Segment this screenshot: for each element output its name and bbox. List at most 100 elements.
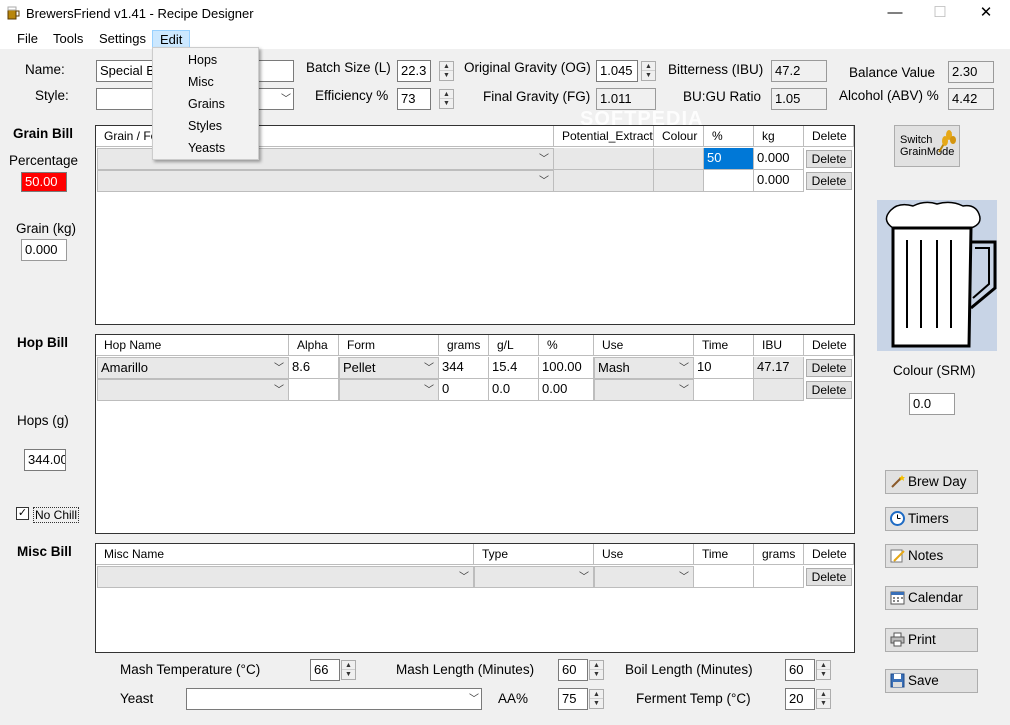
ferment-temp-spinner[interactable]: ▲ ▼ (816, 689, 831, 709)
edit-menu-grains[interactable]: Grains (188, 97, 225, 111)
close-icon[interactable]: ✕ (963, 0, 1009, 27)
mash-temp-input[interactable]: 66 (310, 659, 340, 681)
balance-value: 2.30 (948, 61, 994, 83)
hop-row-1-gl[interactable]: 15.4 (489, 357, 539, 379)
col-g-per-l: g/L (489, 335, 539, 356)
hop-row-1-form[interactable]: Pellet ﹀ (339, 357, 439, 379)
misc-row-1-grams[interactable] (754, 566, 804, 588)
menu-edit[interactable]: Edit (152, 30, 191, 48)
hop-row-2-use[interactable]: ﹀ (594, 379, 694, 401)
grain-row-2-colour[interactable] (654, 170, 704, 192)
chevron-down-icon: ﹀ (579, 572, 589, 583)
efficiency-spinner[interactable]: ▲ ▼ (439, 89, 454, 109)
chevron-down-icon: ﹀ (539, 176, 549, 187)
menu-settings[interactable]: Settings (92, 30, 153, 48)
save-button[interactable]: Save (885, 669, 978, 693)
aa-spinner[interactable]: ▲ ▼ (589, 689, 604, 709)
misc-row-1-type[interactable]: ﹀ (474, 566, 594, 588)
col-type: Type (474, 544, 594, 565)
hops-g-value: 344.00 (24, 449, 66, 471)
maximize-icon[interactable]: ☐ (917, 0, 963, 27)
og-input[interactable]: 1.045 (596, 60, 638, 82)
grain-row-2-name[interactable]: ﹀ (97, 170, 554, 192)
notes-button[interactable]: Notes (885, 544, 978, 568)
hop-row-2-time[interactable] (694, 379, 754, 401)
no-chill-label[interactable]: No Chill (33, 507, 80, 523)
hop-row-2-percent[interactable]: 0.00 (539, 379, 594, 401)
style-label: Style: (35, 88, 69, 103)
mash-temp-spinner[interactable]: ▲ ▼ (341, 660, 356, 680)
fg-value: 1.011 (596, 88, 656, 110)
chevron-down-icon: ﹀ (459, 572, 469, 583)
no-chill-checkbox[interactable]: ✓ (16, 507, 29, 520)
colour-srm-label: Colour (SRM) (893, 363, 976, 378)
hop-row-1-alpha[interactable]: 8.6 (289, 357, 339, 379)
grain-row-1-percent[interactable]: 50 (704, 148, 754, 170)
batch-size-input[interactable]: 22.3 (397, 60, 431, 82)
grain-row-2-delete-button[interactable]: Delete (806, 172, 852, 190)
misc-row-1-use[interactable]: ﹀ (594, 566, 694, 588)
ferment-temp-label: Ferment Temp (°C) (636, 691, 751, 706)
col-hop-percent: % (539, 335, 594, 356)
grain-kg-label: Grain (kg) (16, 221, 77, 236)
hop-row-1-use[interactable]: Mash ﹀ (594, 357, 694, 379)
mash-length-spinner[interactable]: ▲ ▼ (589, 660, 604, 680)
grain-row-2-extract[interactable] (554, 170, 654, 192)
brew-day-button[interactable]: Brew Day (885, 470, 978, 494)
clock-icon (890, 511, 905, 526)
col-misc-time: Time (694, 544, 754, 565)
efficiency-input[interactable]: 73 (397, 88, 431, 110)
edit-menu-yeasts[interactable]: Yeasts (188, 141, 225, 155)
minimize-icon[interactable]: — (872, 0, 918, 27)
notepad-icon (890, 548, 905, 563)
misc-bill-title: Misc Bill (17, 544, 72, 559)
grain-row-1-colour[interactable] (654, 148, 704, 170)
hop-row-1-time[interactable]: 10 (694, 357, 754, 379)
hop-row-1-grams[interactable]: 344 (439, 357, 489, 379)
chevron-down-icon: ﹀ (424, 385, 434, 396)
print-button[interactable]: Print (885, 628, 978, 652)
boil-length-spinner[interactable]: ▲ ▼ (816, 660, 831, 680)
grain-row-1-extract[interactable] (554, 148, 654, 170)
switch-grain-mode-button[interactable]: Switch GrainMode (894, 125, 960, 167)
hop-row-1-name[interactable]: Amarillo ﹀ (97, 357, 289, 379)
chevron-down-icon: ﹀ (679, 363, 689, 374)
edit-menu-styles[interactable]: Styles (188, 119, 222, 133)
hop-row-2-alpha[interactable] (289, 379, 339, 401)
hop-row-2-delete-button[interactable]: Delete (806, 381, 852, 399)
ferment-temp-input[interactable]: 20 (785, 688, 815, 710)
percentage-label: Percentage (9, 153, 79, 168)
edit-menu-misc[interactable]: Misc (188, 75, 214, 89)
hop-row-1-delete-button[interactable]: Delete (806, 359, 852, 377)
mash-length-input[interactable]: 60 (558, 659, 588, 681)
menu-tools[interactable]: Tools (46, 30, 90, 48)
hop-row-1-percent[interactable]: 100.00 (539, 357, 594, 379)
printer-icon (890, 632, 905, 647)
edit-menu-hops[interactable]: Hops (188, 53, 217, 67)
og-spinner[interactable]: ▲ ▼ (641, 61, 656, 81)
yeast-select[interactable]: ﹀ (186, 688, 482, 710)
grain-row-2-percent[interactable] (704, 170, 754, 192)
timers-button[interactable]: Timers (885, 507, 978, 531)
boil-length-input[interactable]: 60 (785, 659, 815, 681)
window-title: BrewersFriend v1.41 - Recipe Designer (26, 6, 254, 21)
hop-row-2-form[interactable]: ﹀ (339, 379, 439, 401)
fg-label: Final Gravity (FG) (483, 89, 591, 104)
grain-row-1-delete-button[interactable]: Delete (806, 150, 852, 168)
aa-input[interactable]: 75 (558, 688, 588, 710)
grain-row-1-kg[interactable]: 0.000 (754, 148, 804, 170)
chevron-down-icon: ﹀ (281, 94, 291, 105)
misc-row-1-delete-button[interactable]: Delete (806, 568, 852, 586)
menu-file[interactable]: File (10, 30, 45, 48)
misc-row-1-time[interactable] (694, 566, 754, 588)
grain-row-2-kg[interactable]: 0.000 (754, 170, 804, 192)
calendar-button[interactable]: Calendar (885, 586, 978, 610)
misc-row-1-name[interactable]: ﹀ (97, 566, 474, 588)
hop-row-2-name[interactable]: ﹀ (97, 379, 289, 401)
chevron-down-icon: ﹀ (424, 363, 434, 374)
hop-row-2-gl[interactable]: 0.0 (489, 379, 539, 401)
hop-row-2-grams[interactable]: 0 (439, 379, 489, 401)
beer-glass-icon (877, 200, 997, 351)
timers-label: Timers (908, 511, 949, 526)
batch-size-spinner[interactable]: ▲ ▼ (439, 61, 454, 81)
